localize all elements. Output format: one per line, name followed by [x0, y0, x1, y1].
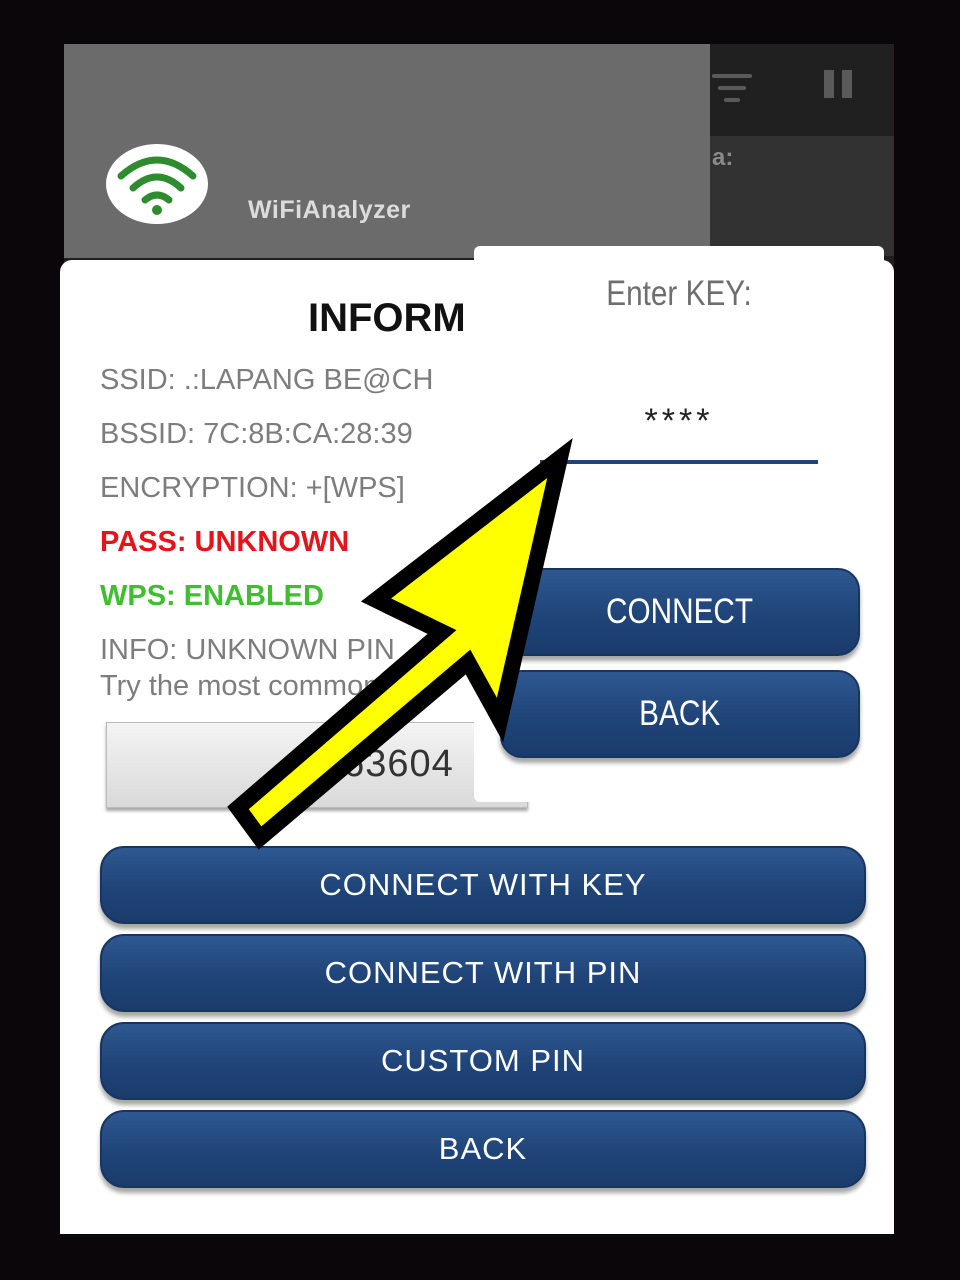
background-partial-label: a:: [712, 144, 734, 171]
key-back-button[interactable]: BACK: [500, 670, 860, 758]
pass-status-text: PASS: UNKNOWN: [100, 526, 350, 558]
info-hint-text: Try the most common p: [100, 670, 404, 702]
encryption-text: ENCRYPTION: +[WPS]: [100, 472, 405, 504]
filter-icon[interactable]: [712, 74, 752, 104]
wps-status-text: WPS: ENABLED: [100, 580, 324, 612]
app-header: WiFiAnalyzer: [64, 44, 710, 258]
wifi-icon: [117, 156, 197, 215]
ssid-text: SSID: .:LAPANG BE@CH: [100, 364, 434, 396]
app-logo: [106, 144, 208, 224]
back-button[interactable]: BACK: [100, 1110, 866, 1188]
pin-button[interactable]: 263604: [106, 722, 528, 808]
connect-with-pin-button[interactable]: CONNECT WITH PIN: [100, 934, 866, 1012]
bssid-text: BSSID: 7C:8B:CA:28:39: [100, 418, 413, 450]
connect-with-key-button[interactable]: CONNECT WITH KEY: [100, 846, 866, 924]
enter-key-dialog: Enter KEY: **** CONNECT BACK: [474, 246, 884, 802]
key-back-label: BACK: [639, 694, 721, 733]
key-input[interactable]: ****: [540, 396, 818, 464]
app-title: WiFiAnalyzer: [248, 196, 411, 224]
enter-key-label: Enter KEY:: [606, 274, 752, 313]
pause-icon[interactable]: [824, 70, 854, 100]
dialog-title: INFORM: [308, 296, 466, 340]
custom-pin-button[interactable]: CUSTOM PIN: [100, 1022, 866, 1100]
pin-value: 263604: [321, 743, 454, 785]
info-text: INFO: UNKNOWN PIN: [100, 634, 395, 666]
key-connect-button[interactable]: CONNECT: [500, 568, 860, 656]
key-connect-label: CONNECT: [606, 592, 754, 631]
